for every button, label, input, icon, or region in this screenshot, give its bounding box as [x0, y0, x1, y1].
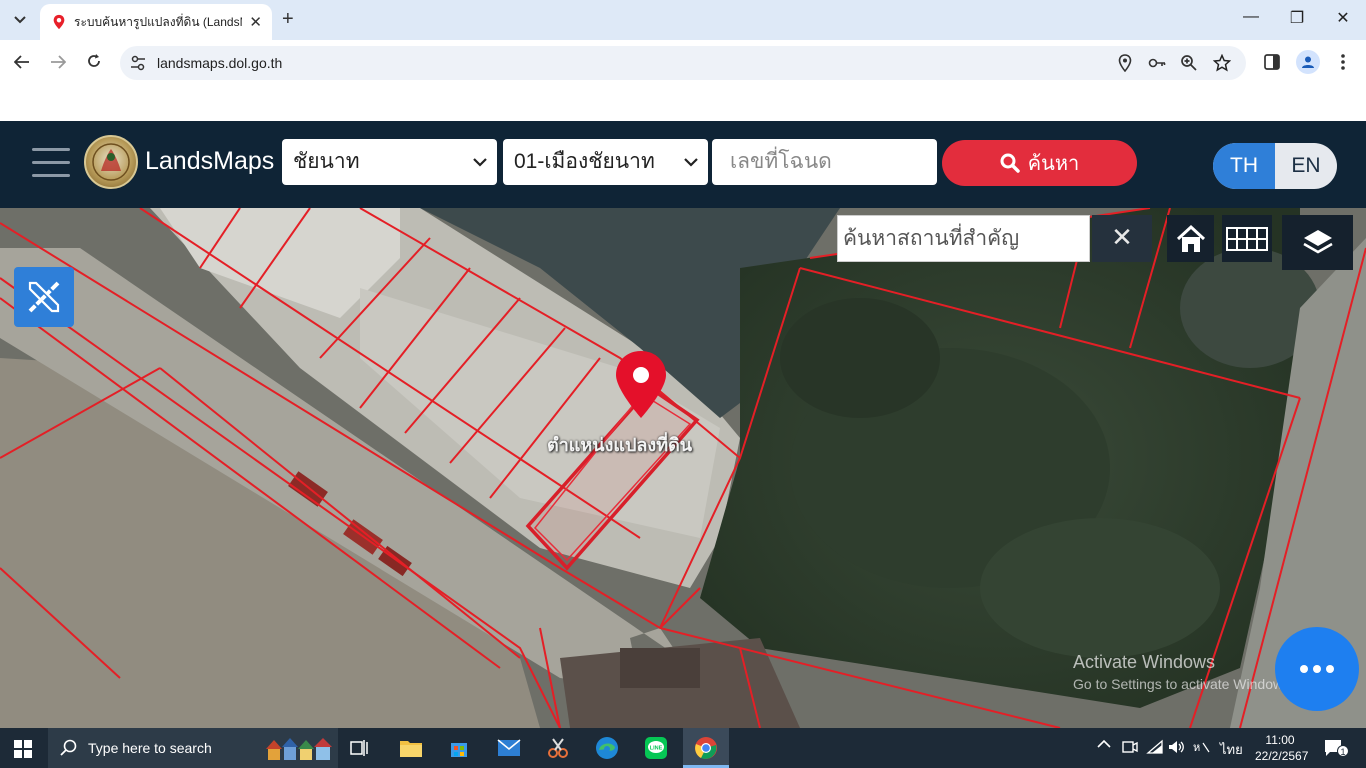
- file-explorer-icon[interactable]: [396, 734, 426, 762]
- task-view-icon[interactable]: [345, 734, 375, 762]
- bookmark-star-icon[interactable]: [1213, 54, 1231, 72]
- forward-button[interactable]: [47, 52, 69, 74]
- grid-icon: [1226, 226, 1268, 251]
- emblem-icon: [92, 143, 130, 181]
- svg-text:ห: ห: [1193, 741, 1200, 754]
- profile-avatar[interactable]: [1296, 50, 1320, 74]
- lang-en-button[interactable]: EN: [1275, 143, 1337, 189]
- tab-close-icon[interactable]: ✕: [249, 13, 262, 31]
- reload-icon: [88, 54, 100, 67]
- zoom-icon[interactable]: [1180, 54, 1198, 72]
- dot-icon: [1300, 665, 1308, 673]
- map-pin-favicon-icon: [53, 14, 65, 30]
- browser-toolbar: landsmaps.dol.go.th: [0, 40, 1366, 86]
- language-toggle: TH EN: [1213, 143, 1337, 189]
- site-settings-icon[interactable]: [130, 55, 146, 71]
- dot-icon: [1313, 665, 1321, 673]
- clear-search-button[interactable]: ✕: [1092, 215, 1152, 262]
- address-bar[interactable]: landsmaps.dol.go.th: [120, 46, 1246, 80]
- more-vert-icon[interactable]: [1340, 53, 1346, 71]
- district-value: 01-เมืองชัยนาท: [514, 150, 655, 173]
- satellite-map[interactable]: ตำแหน่งแปลงที่ดิน Activate Windows Go to…: [0, 208, 1366, 728]
- network-icon[interactable]: [1146, 739, 1164, 758]
- arrow-left-icon: [13, 55, 29, 69]
- tab-list-button[interactable]: [8, 8, 32, 32]
- person-icon: [1302, 56, 1314, 68]
- reload-button[interactable]: [83, 52, 105, 74]
- landmark-search-input[interactable]: [837, 215, 1090, 262]
- layers-icon: [1302, 229, 1333, 253]
- bookmark-bar-empty: [0, 86, 1366, 121]
- notification-count-badge: 1: [1337, 745, 1349, 757]
- activation-title: Activate Windows: [1073, 652, 1216, 672]
- tab-title: ระบบค้นหารูปแปลงที่ดิน (LandsMaps): [74, 14, 242, 29]
- side-panel-icon[interactable]: [1263, 53, 1281, 71]
- parcel-location-label: ตำแหน่งแปลงที่ดิน: [547, 435, 693, 455]
- volume-icon[interactable]: [1168, 739, 1186, 758]
- chevron-down-icon: [684, 139, 698, 185]
- layers-button[interactable]: [1282, 215, 1353, 270]
- department-logo: [84, 135, 138, 189]
- new-tab-button[interactable]: +: [282, 9, 294, 29]
- browser-tab-active[interactable]: ระบบค้นหารูปแปลงที่ดิน (LandsMaps) ✕: [40, 4, 272, 40]
- location-icon[interactable]: [1116, 54, 1134, 72]
- district-select[interactable]: 01-เมืองชัยนาท: [503, 139, 708, 185]
- input-language-indicator[interactable]: ไทย: [1220, 739, 1243, 760]
- activation-subtitle: Go to Settings to activate Windows.: [1073, 676, 1294, 692]
- chrome-browser-icon[interactable]: [691, 734, 721, 762]
- ime-icon[interactable]: ห: [1193, 739, 1211, 758]
- more-options-fab[interactable]: [1275, 627, 1359, 711]
- search-icon: [60, 739, 77, 756]
- minimize-button[interactable]: —: [1236, 8, 1266, 26]
- arrow-right-icon: [51, 55, 67, 69]
- notification-center-icon[interactable]: 1: [1324, 738, 1349, 758]
- password-key-icon[interactable]: [1148, 54, 1166, 72]
- deed-number-input[interactable]: [712, 139, 937, 185]
- menu-hamburger-icon[interactable]: [32, 148, 70, 178]
- measure-tool-button[interactable]: [14, 267, 74, 327]
- search-icon: [1000, 153, 1020, 173]
- line-app-icon[interactable]: LINE: [641, 734, 671, 762]
- grid-button[interactable]: [1222, 215, 1272, 262]
- window-close-button[interactable]: ✕: [1328, 8, 1358, 28]
- ruler-pencil-icon: [28, 281, 60, 313]
- taskbar-search-text: Type here to search: [88, 740, 212, 756]
- chevron-down-icon: [473, 139, 487, 185]
- search-highlight-icon: [266, 738, 332, 760]
- tray-chevron-up-icon[interactable]: [1097, 737, 1111, 752]
- svg-text:LINE: LINE: [650, 746, 663, 752]
- dot-icon: [1326, 665, 1334, 673]
- clock-date: 22/2/2567: [1255, 749, 1309, 763]
- restore-button[interactable]: ❐: [1282, 8, 1312, 28]
- map-imagery: [0, 208, 1366, 728]
- lang-th-button[interactable]: TH: [1213, 143, 1275, 189]
- home-button[interactable]: [1167, 215, 1214, 262]
- microsoft-store-icon[interactable]: [444, 734, 474, 762]
- back-button[interactable]: [11, 52, 33, 74]
- url-text[interactable]: landsmaps.dol.go.th: [157, 55, 282, 71]
- snip-tool-icon[interactable]: [543, 734, 573, 762]
- windows-taskbar: Type here to search LINE ห ไทย 11:00 22/…: [0, 728, 1366, 768]
- search-button[interactable]: ค้นหา: [942, 140, 1137, 186]
- edge-browser-icon[interactable]: [592, 734, 622, 762]
- brand-name: LandsMaps: [145, 147, 275, 175]
- meet-now-icon[interactable]: [1122, 739, 1138, 758]
- system-clock[interactable]: 11:00 22/2/2567: [1255, 732, 1309, 764]
- province-value: ชัยนาท: [293, 150, 360, 173]
- chevron-down-icon: [14, 16, 26, 24]
- browser-tabstrip: ระบบค้นหารูปแปลงที่ดิน (LandsMaps) ✕ + —…: [0, 0, 1366, 40]
- province-select[interactable]: ชัยนาท: [282, 139, 497, 185]
- home-icon: [1176, 224, 1205, 252]
- windows-start-icon[interactable]: [14, 740, 32, 758]
- search-button-label: ค้นหา: [1027, 153, 1080, 175]
- taskbar-search-box[interactable]: Type here to search: [48, 728, 338, 768]
- clock-time: 11:00: [1265, 733, 1295, 747]
- mail-icon[interactable]: [494, 734, 524, 762]
